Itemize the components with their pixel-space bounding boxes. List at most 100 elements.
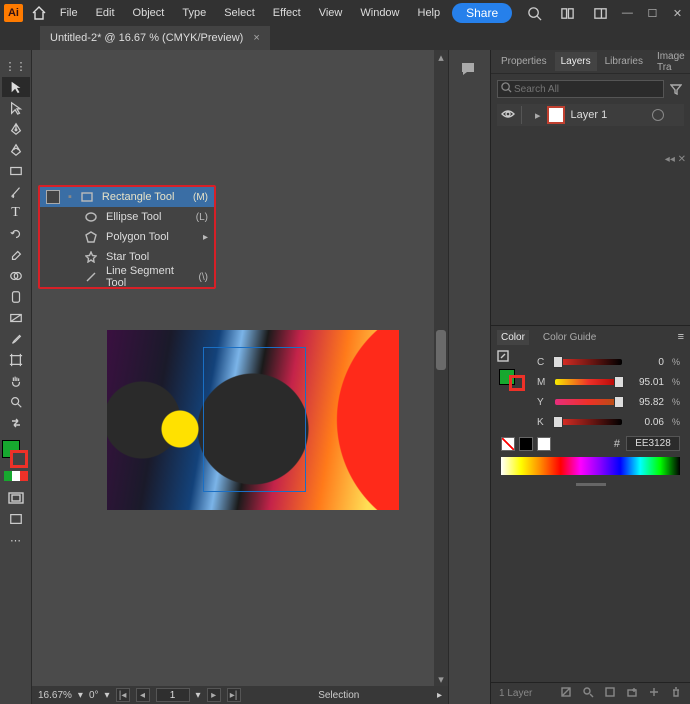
window-close[interactable]: ✕ (669, 6, 686, 20)
tab-libraries[interactable]: Libraries (599, 52, 649, 71)
artboard-tool[interactable] (2, 350, 30, 370)
selection-tool[interactable] (2, 77, 30, 97)
shape-builder-tool[interactable] (2, 266, 30, 286)
layer-row[interactable]: ▸ Layer 1 (497, 104, 684, 126)
layer-target-icon[interactable] (652, 109, 664, 121)
filter-icon[interactable] (668, 81, 684, 97)
layer-twisty-icon[interactable]: ▸ (535, 109, 541, 122)
last-artboard-button[interactable]: ▸| (227, 688, 241, 702)
window-maximize[interactable]: ☐ (644, 6, 661, 20)
color-stroke-swatch[interactable] (509, 375, 525, 391)
flyout-line-segment-tool[interactable]: Line Segment Tool (\) (40, 267, 214, 287)
color-mode-swatches[interactable] (4, 471, 28, 481)
hex-input[interactable] (626, 436, 680, 451)
menu-file[interactable]: File (52, 3, 86, 23)
width-tool[interactable] (2, 287, 30, 307)
menu-object[interactable]: Object (125, 3, 173, 23)
delete-layer-icon[interactable] (670, 686, 682, 701)
flyout-rectangle-tool[interactable]: ▪ Rectangle Tool (M) (40, 187, 214, 207)
direct-selection-tool[interactable] (2, 98, 30, 118)
menu-edit[interactable]: Edit (88, 3, 123, 23)
slider-yellow[interactable]: Y 95.82 % (537, 392, 680, 412)
scroll-down-arrow[interactable]: ▾ (434, 672, 448, 686)
stroke-swatch[interactable] (10, 450, 28, 468)
panel-resize-handle[interactable] (576, 483, 606, 486)
menu-view[interactable]: View (311, 3, 351, 23)
visibility-toggle-icon[interactable] (501, 109, 515, 122)
scroll-thumb[interactable] (436, 330, 446, 370)
workspace-switcher-icon[interactable] (590, 2, 611, 24)
menu-window[interactable]: Window (352, 3, 407, 23)
collect-for-export-icon[interactable] (560, 686, 572, 701)
handle-icon[interactable]: ⋮⋮ (2, 56, 30, 76)
arrange-documents-icon[interactable] (557, 2, 578, 24)
slider-value[interactable]: 95.82 (630, 397, 664, 408)
selection-marquee[interactable] (203, 347, 306, 492)
out-of-gamut-icon[interactable] (491, 348, 527, 365)
screen-mode-icon[interactable] (2, 509, 30, 529)
gradient-tool[interactable] (2, 308, 30, 328)
slider-cyan[interactable]: C 0 % (537, 352, 680, 372)
tab-color-guide[interactable]: Color Guide (539, 330, 600, 345)
slider-value[interactable]: 0.06 (630, 417, 664, 428)
none-swatch[interactable] (501, 437, 515, 451)
prev-artboard-button[interactable]: ◂ (136, 688, 150, 702)
slider-magenta[interactable]: M 95.01 % (537, 372, 680, 392)
slider-black[interactable]: K 0.06 % (537, 412, 680, 432)
pen-tool[interactable] (2, 119, 30, 139)
window-minimize[interactable]: — (619, 6, 636, 20)
edit-toolbar-icon[interactable]: ⋯ (2, 530, 30, 550)
slider-value[interactable]: 95.01 (630, 377, 664, 388)
home-button[interactable] (29, 2, 50, 24)
rotate-dropdown-icon[interactable]: ▾ (105, 690, 110, 701)
document-tab[interactable]: Untitled-2* @ 16.67 % (CMYK/Preview) × (40, 26, 270, 50)
layer-name[interactable]: Layer 1 (571, 109, 646, 121)
flyout-star-tool[interactable]: Star Tool (40, 247, 214, 267)
tab-image-trace[interactable]: Image Tra (651, 47, 690, 77)
menu-help[interactable]: Help (410, 3, 449, 23)
swap-fill-stroke-icon[interactable] (2, 413, 30, 433)
color-fill-stroke-indicator[interactable] (491, 365, 527, 391)
curvature-tool[interactable] (2, 140, 30, 160)
flyout-ellipse-tool[interactable]: Ellipse Tool (L) (40, 207, 214, 227)
vertical-scrollbar[interactable]: ▴ ▾ (434, 50, 448, 686)
search-icon[interactable] (524, 2, 545, 24)
new-layer-icon[interactable] (648, 686, 660, 701)
tab-color[interactable]: Color (497, 330, 529, 345)
scroll-up-arrow[interactable]: ▴ (434, 50, 448, 64)
share-button[interactable]: Share (452, 3, 512, 23)
zoom-dropdown-icon[interactable]: ▾ (78, 690, 83, 701)
status-menu-arrow[interactable]: ▸ (437, 690, 442, 701)
tab-layers[interactable]: Layers (555, 52, 597, 71)
rotate-tool[interactable] (2, 224, 30, 244)
zoom-tool[interactable] (2, 392, 30, 412)
collapse-handle[interactable]: ◂◂ ✕ (665, 154, 686, 165)
menu-type[interactable]: Type (174, 3, 214, 23)
next-artboard-button[interactable]: ▸ (207, 688, 221, 702)
rotate-value[interactable]: 0° (89, 690, 99, 701)
document-tab-close[interactable]: × (253, 32, 259, 44)
make-clipping-mask-icon[interactable] (604, 686, 616, 701)
color-spectrum[interactable] (501, 457, 680, 475)
white-swatch[interactable] (537, 437, 551, 451)
fill-stroke-indicator[interactable] (2, 440, 30, 468)
draw-mode-icon[interactable] (2, 488, 30, 508)
rectangle-tool[interactable] (2, 161, 30, 181)
black-swatch[interactable] (519, 437, 533, 451)
flyout-polygon-tool[interactable]: Polygon Tool ▸ (40, 227, 214, 247)
zoom-level[interactable]: 16.67% (38, 690, 72, 701)
tab-properties[interactable]: Properties (495, 52, 553, 71)
artboard-number-input[interactable] (156, 688, 190, 702)
locate-object-icon[interactable] (582, 686, 594, 701)
eyedropper-tool[interactable] (2, 329, 30, 349)
artboard-dropdown-icon[interactable]: ▾ (196, 690, 201, 701)
first-artboard-button[interactable]: |◂ (116, 688, 130, 702)
canvas-area[interactable]: ▪ Rectangle Tool (M) Ellipse Tool (L) Po… (32, 50, 448, 704)
hand-tool[interactable] (2, 371, 30, 391)
menu-select[interactable]: Select (216, 3, 263, 23)
type-tool[interactable]: T (2, 203, 30, 223)
eraser-tool[interactable] (2, 245, 30, 265)
slider-value[interactable]: 0 (630, 357, 664, 368)
menu-effect[interactable]: Effect (265, 3, 309, 23)
comments-icon[interactable] (459, 60, 481, 82)
